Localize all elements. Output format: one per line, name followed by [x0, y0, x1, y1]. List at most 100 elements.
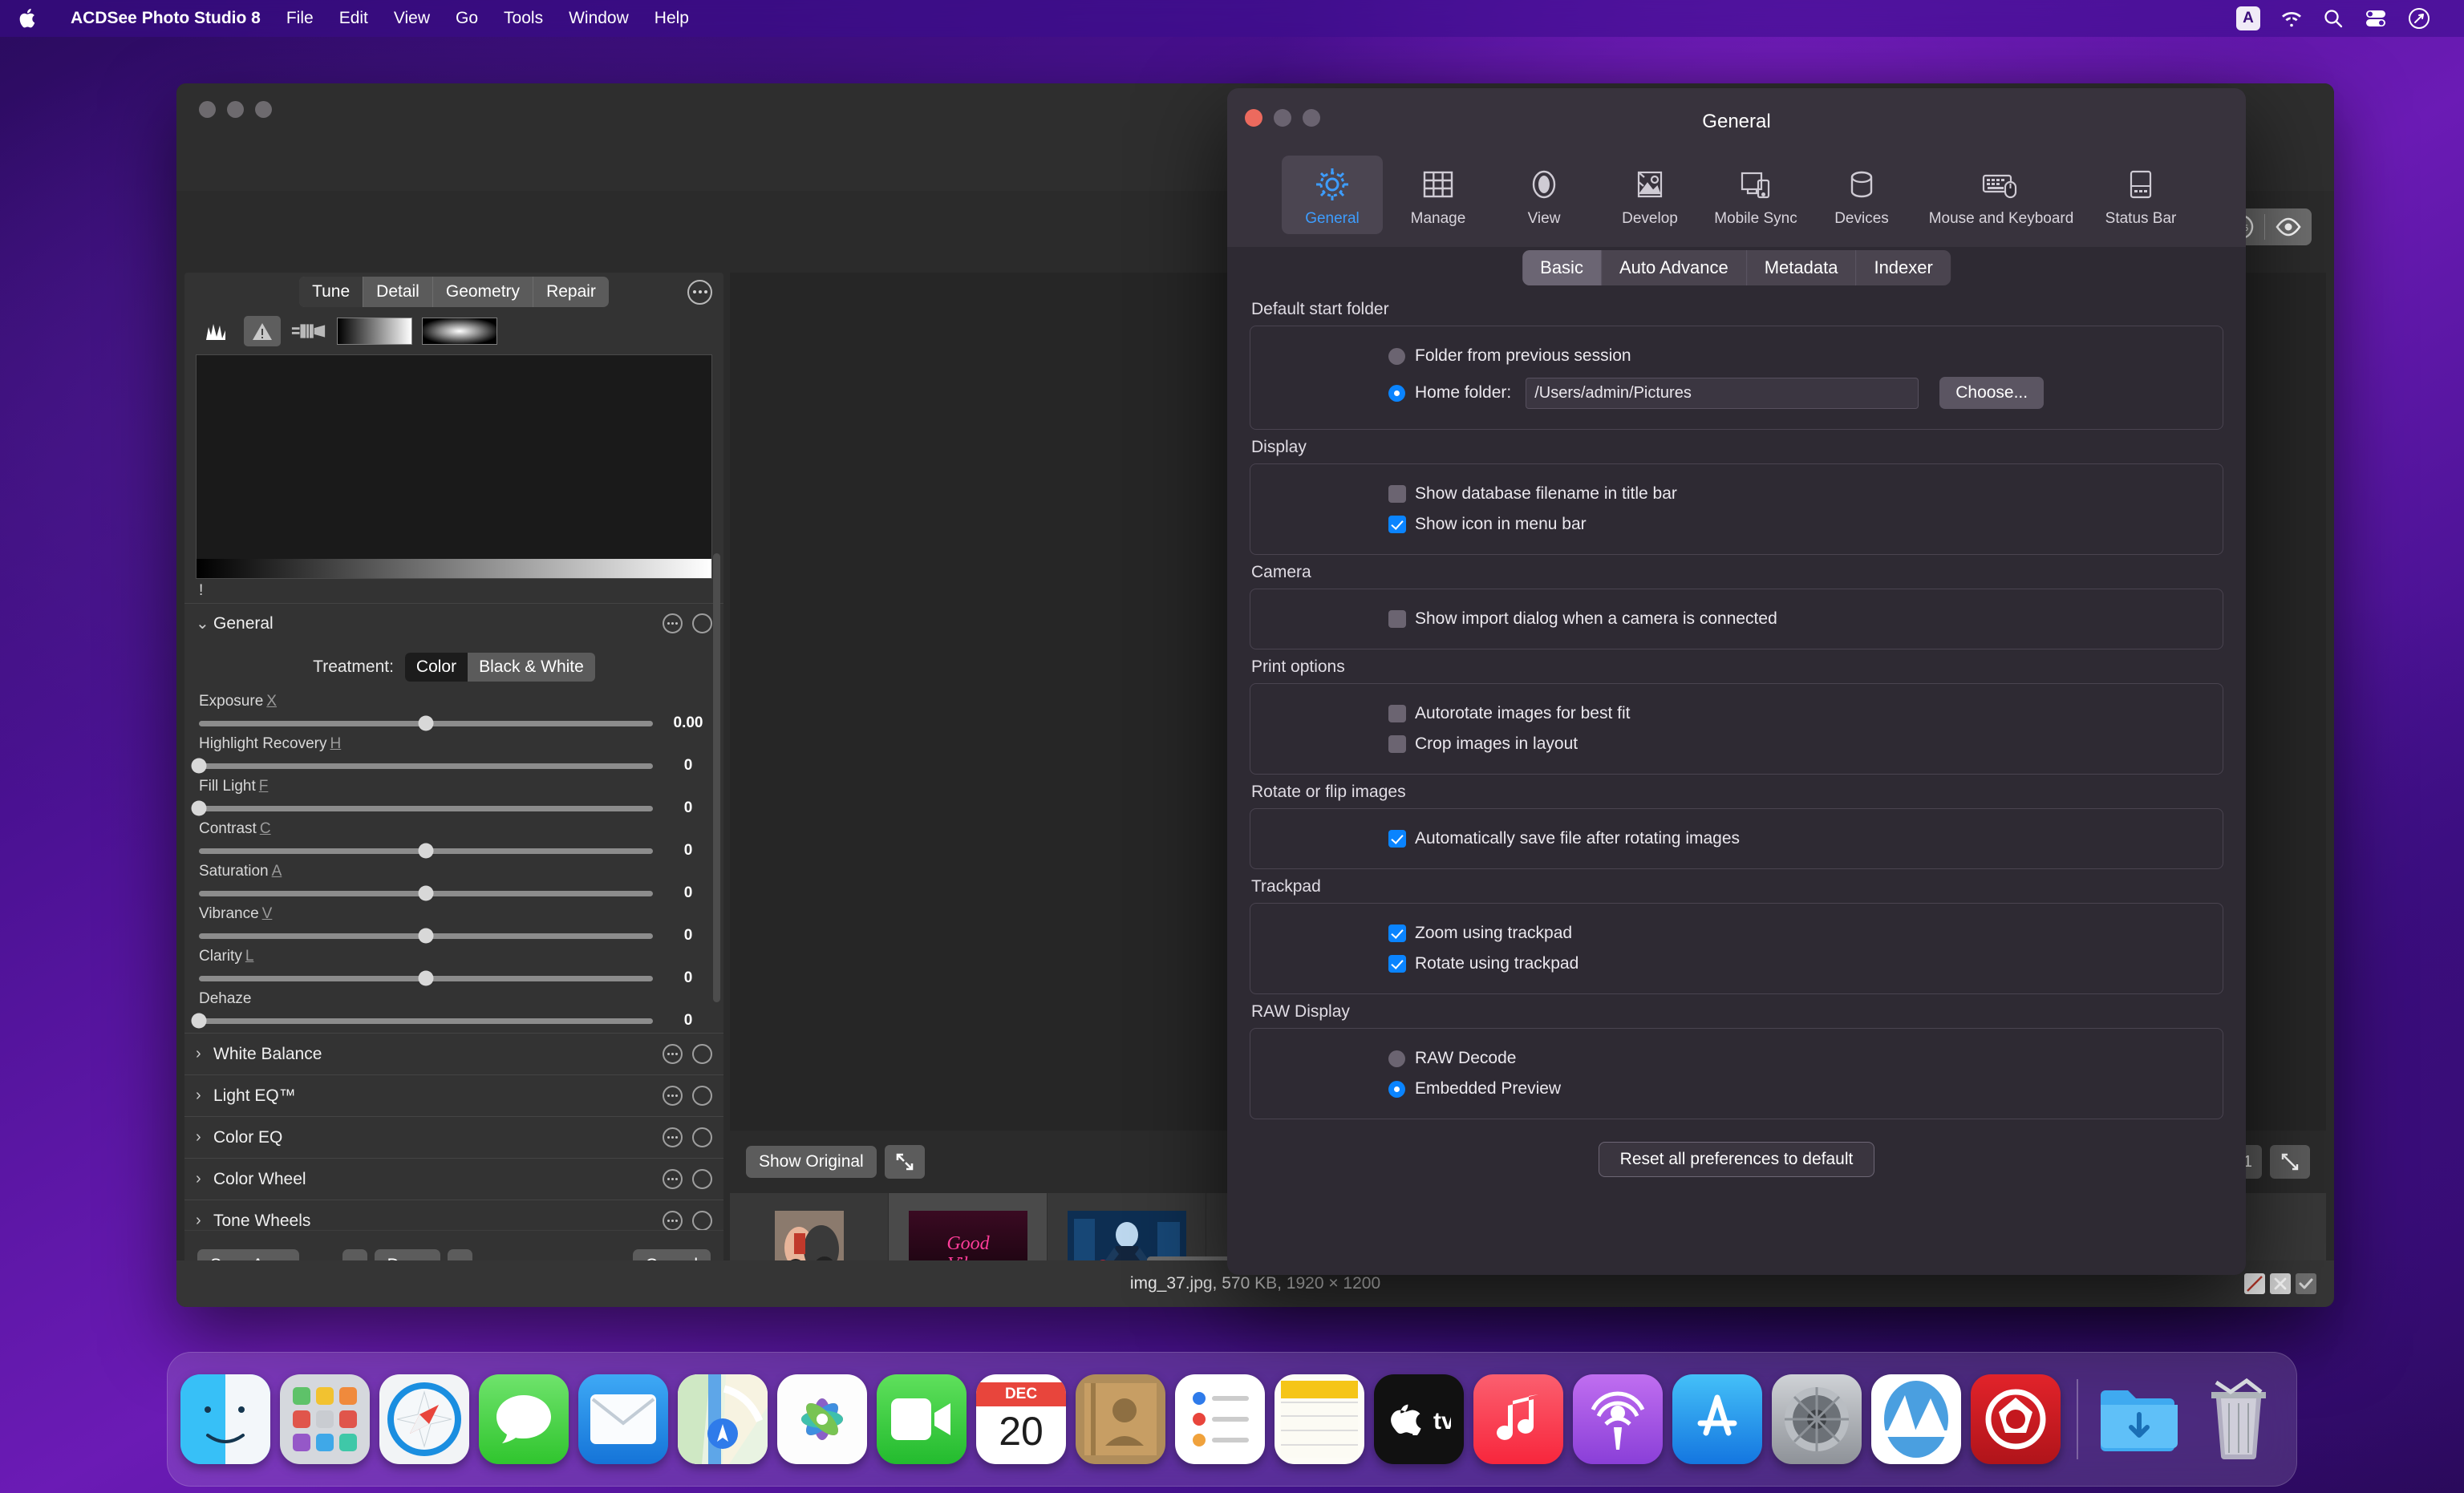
tab-metadata[interactable]: Metadata [1746, 250, 1856, 285]
apple-logo-icon[interactable] [18, 6, 40, 31]
section-general-menu-icon[interactable] [663, 613, 683, 633]
prefs-toolbar-manage[interactable]: Manage [1388, 156, 1489, 234]
tab-geometry[interactable]: Geometry [432, 277, 533, 307]
prefs-toolbar-mouse-and-keyboard[interactable]: Mouse and Keyboard [1917, 156, 2085, 234]
dock-item-apple-tv[interactable]: tv [1374, 1374, 1464, 1464]
checkbox[interactable] [1388, 485, 1406, 503]
checkbox[interactable] [1388, 735, 1406, 753]
tab-indexer[interactable]: Indexer [1855, 250, 1950, 285]
siri-icon[interactable] [2408, 7, 2430, 30]
menu-window[interactable]: Window [556, 0, 642, 37]
prefs-toolbar-view[interactable]: View [1493, 156, 1595, 234]
close-window-button[interactable] [199, 101, 216, 118]
slider-track[interactable] [199, 933, 653, 939]
dock-item-acdsee-mobile-sync[interactable] [1871, 1374, 1961, 1464]
fit-to-window-icon[interactable] [885, 1145, 925, 1179]
edit-panel-more-icon[interactable] [687, 280, 712, 305]
section-reset-icon[interactable] [692, 1086, 712, 1106]
radio-button[interactable] [1388, 1081, 1405, 1098]
option-automatically-save-file-after-rotating-images[interactable]: Automatically save file after rotating i… [1250, 823, 2223, 854]
option-autorotate-images-for-best-fit[interactable]: Autorotate images for best fit [1250, 698, 2223, 729]
section-menu-icon[interactable] [663, 1169, 683, 1189]
prefs-toolbar-develop[interactable]: Develop [1599, 156, 1700, 234]
close-x-icon[interactable] [2270, 1273, 2291, 1294]
radial-gradient-icon[interactable] [422, 318, 497, 345]
chevron-right-icon[interactable]: › [196, 1045, 213, 1063]
prefs-toolbar-devices[interactable]: Devices [1811, 156, 1912, 234]
preferences-traffic-lights[interactable] [1245, 109, 1320, 127]
slider-track[interactable] [199, 1018, 653, 1024]
dock-item-maps[interactable] [678, 1374, 768, 1464]
dock-item-notes[interactable] [1275, 1374, 1364, 1464]
section-menu-icon[interactable] [663, 1211, 683, 1231]
section-general-reset-icon[interactable] [692, 613, 712, 633]
dock-item-contacts[interactable] [1076, 1374, 1165, 1464]
chevron-right-icon[interactable]: › [196, 1086, 213, 1105]
tab-auto-advance[interactable]: Auto Advance [1601, 250, 1746, 285]
option-embedded-preview[interactable]: Embedded Preview [1250, 1074, 2223, 1104]
reset-all-preferences-button[interactable]: Reset all preferences to default [1599, 1142, 1875, 1177]
prefs-toolbar-general[interactable]: General [1282, 156, 1383, 234]
slider-knob[interactable] [192, 759, 207, 774]
section-white-balance[interactable]: ›White Balance [184, 1033, 723, 1074]
section-color-wheel[interactable]: ›Color Wheel [184, 1158, 723, 1200]
dock-item-podcasts[interactable] [1573, 1374, 1663, 1464]
section-color-eq[interactable]: ›Color EQ [184, 1116, 723, 1158]
menu-file[interactable]: File [274, 0, 326, 37]
section-general[interactable]: ⌄ General [184, 603, 723, 643]
window-traffic-lights[interactable] [199, 101, 272, 118]
dock-item-facetime[interactable] [877, 1374, 967, 1464]
option-crop-images-in-layout[interactable]: Crop images in layout [1250, 729, 2223, 759]
preferences-close-button[interactable] [1245, 109, 1262, 127]
dock-item-downloads-folder[interactable] [2094, 1374, 2184, 1464]
section-reset-icon[interactable] [692, 1211, 712, 1231]
treatment-color-option[interactable]: Color [405, 653, 468, 682]
option-home-folder[interactable]: Home folder:Choose... [1250, 371, 2223, 415]
dock-item-messages[interactable] [479, 1374, 569, 1464]
preferences-minimize-button[interactable] [1274, 109, 1291, 127]
slider-knob[interactable] [192, 801, 207, 816]
radio-button[interactable] [1388, 385, 1405, 402]
maximize-window-button[interactable] [255, 101, 272, 118]
input-source-A-icon[interactable]: A [2236, 6, 2260, 30]
section-reset-icon[interactable] [692, 1169, 712, 1189]
checkbox[interactable] [1388, 705, 1406, 722]
menu-go[interactable]: Go [443, 0, 491, 37]
slider-track[interactable] [199, 721, 653, 726]
option-folder-from-previous-session[interactable]: Folder from previous session [1250, 341, 2223, 371]
dock-item-acdsee-photo-studio[interactable] [1971, 1374, 2061, 1464]
checkbox[interactable] [1388, 516, 1406, 533]
linear-gradient-icon[interactable] [337, 318, 412, 345]
dock-item-calendar[interactable]: DEC 20 [976, 1374, 1066, 1464]
checkbox[interactable] [1388, 955, 1406, 973]
dock-item-mail[interactable] [578, 1374, 668, 1464]
slider-track[interactable] [199, 763, 653, 769]
brush-icon[interactable] [290, 316, 327, 346]
section-reset-icon[interactable] [692, 1127, 712, 1147]
dock-item-app-store[interactable] [1672, 1374, 1762, 1464]
menu-help[interactable]: Help [642, 0, 702, 37]
expand-diagonal-icon[interactable] [2270, 1145, 2310, 1179]
option-raw-decode[interactable]: RAW Decode [1250, 1043, 2223, 1074]
search-icon[interactable] [2323, 8, 2344, 29]
dock-item-photos[interactable] [777, 1374, 867, 1464]
dock-item-reminders[interactable] [1175, 1374, 1265, 1464]
slider-track[interactable] [199, 848, 653, 854]
option-zoom-using-trackpad[interactable]: Zoom using trackpad [1250, 918, 2223, 949]
option-rotate-using-trackpad[interactable]: Rotate using trackpad [1250, 949, 2223, 979]
dock-item-trash[interactable] [2194, 1374, 2284, 1464]
option-show-import-dialog-when-a-camera-is-connected[interactable]: Show import dialog when a camera is conn… [1250, 604, 2223, 634]
sync-eye-icon[interactable] [2265, 208, 2312, 245]
tab-basic[interactable]: Basic [1522, 250, 1601, 285]
slider-knob[interactable] [419, 844, 434, 859]
checkbox[interactable] [1388, 610, 1406, 628]
tab-tune[interactable]: Tune [299, 277, 363, 307]
menu-view[interactable]: View [381, 0, 443, 37]
preferences-maximize-button[interactable] [1303, 109, 1320, 127]
slider-knob[interactable] [419, 971, 434, 986]
histogram-icon[interactable] [197, 316, 234, 346]
slider-track[interactable] [199, 806, 653, 811]
option-show-icon-in-menu-bar[interactable]: Show icon in menu bar [1250, 509, 2223, 540]
slider-track[interactable] [199, 976, 653, 981]
radio-button[interactable] [1388, 348, 1405, 365]
